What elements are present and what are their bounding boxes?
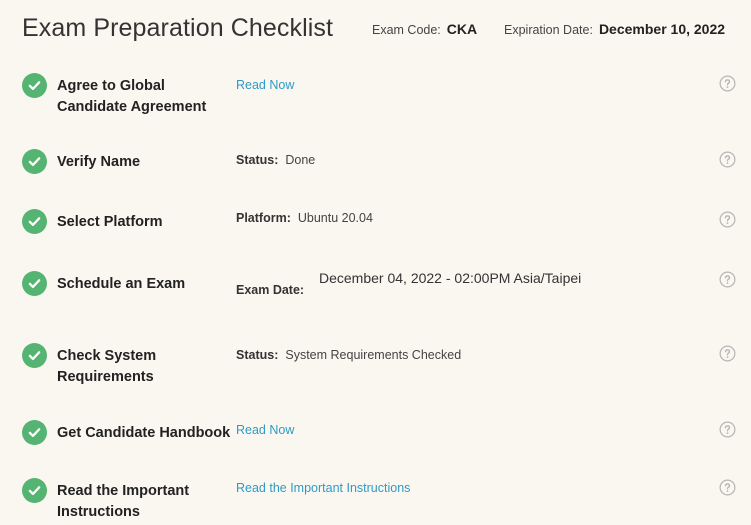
exam-date-label: Exam Date: [236, 283, 305, 297]
step-detail: Read the Important Instructions [236, 481, 410, 495]
expiration-date: Expiration Date: December 10, 2022 [504, 21, 725, 37]
read-now-link[interactable]: Read Now [236, 423, 294, 437]
step-detail: Status: System Requirements Checked [236, 348, 461, 362]
step-name: Verify Name [57, 154, 141, 170]
check-circle-icon [22, 420, 47, 445]
help-circle-icon[interactable] [719, 271, 736, 288]
check-circle-icon [22, 209, 47, 234]
help-circle-icon[interactable] [719, 421, 736, 438]
step-name: Check System Requirements [57, 348, 157, 385]
exam-code-label: Exam Code: [372, 23, 441, 37]
step-detail: Platform: Ubuntu 20.04 [236, 211, 373, 225]
step-name: Agree to Global Candidate Agreement [57, 78, 207, 115]
step-detail: Status: Done [236, 153, 315, 167]
check-circle-icon [22, 73, 47, 98]
page-title: Exam Preparation Checklist [22, 14, 334, 42]
exam-checklist-page: Exam Preparation Checklist Exam Code: CKA… [0, 0, 751, 525]
step-name: Select Platform [57, 214, 163, 230]
step-name: Read the Important Instructions [57, 483, 190, 520]
status-value: System Requirements Checked [285, 348, 462, 362]
help-circle-icon[interactable] [719, 75, 736, 92]
help-circle-icon[interactable] [719, 479, 736, 496]
read-now-link[interactable]: Read Now [236, 78, 294, 92]
help-circle-icon[interactable] [719, 211, 736, 228]
status-label: Status: [236, 348, 279, 362]
header: Exam Preparation Checklist Exam Code: CKA… [22, 14, 742, 48]
check-circle-icon [22, 271, 47, 296]
step-name: Schedule an Exam [57, 276, 186, 292]
status-value: Done [285, 153, 316, 167]
check-circle-icon [22, 149, 47, 174]
step-detail: Read Now [236, 78, 294, 92]
read-instructions-link[interactable]: Read the Important Instructions [236, 481, 410, 495]
help-circle-icon[interactable] [719, 345, 736, 362]
help-circle-icon[interactable] [719, 151, 736, 168]
platform-label: Platform: [236, 211, 291, 225]
check-circle-icon [22, 343, 47, 368]
step-name: Get Candidate Handbook [57, 425, 231, 441]
expiration-date-label: Expiration Date: [504, 23, 593, 37]
platform-value: Ubuntu 20.04 [297, 211, 373, 225]
exam-date-value: December 04, 2022 - 02:00PM Asia/Taipei [319, 270, 582, 286]
check-circle-icon [22, 478, 47, 503]
step-detail: Read Now [236, 423, 294, 437]
expiration-date-value: December 10, 2022 [598, 21, 726, 37]
status-label: Status: [236, 153, 279, 167]
exam-code-value: CKA [446, 21, 478, 37]
exam-code: Exam Code: CKA [372, 21, 477, 37]
